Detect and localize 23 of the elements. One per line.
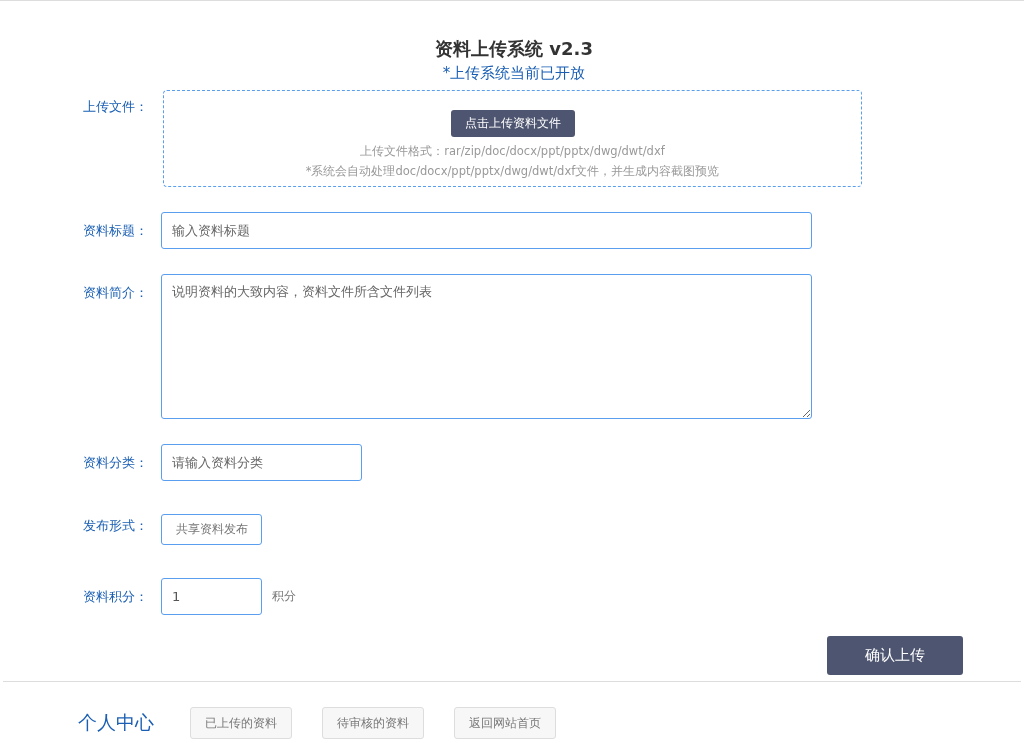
nav-button[interactable]: 返回网站首页 [454,707,556,739]
nav-button[interactable]: 待审核的资料 [322,707,424,739]
field-label: 资料积分： [83,588,149,606]
text-field[interactable]: 输入资料标题 [161,212,812,249]
field-label: 资料分类： [83,454,149,472]
nav-button[interactable]: 已上传的资料 [190,707,292,739]
upload-dropzone[interactable]: 点击上传资料文件 上传文件格式：rar/zip/doc/docx/ppt/pptx/dwg/dwt/dxf *系统会自动处理doc/docx/ppt/pptx/dwg/dwt/dxf文件，并生成内容截图预览 [163,90,862,187]
text-field[interactable]: 请输入资料分类 [161,444,362,481]
section-title: 个人中心 [78,710,154,735]
status-notice: *上传系统当前已开放 [442,63,586,84]
field-label: 上传文件： [83,98,149,116]
processing-hint: *系统会自动处理doc/docx/ppt/pptx/dwg/dwt/dxf文件，并生成内容截图预览 [305,163,720,180]
field-label: 资料标题： [83,222,149,240]
description-field[interactable]: 说明资料的大致内容，资料文件所含文件列表 [161,274,812,419]
unit-label: 积分 [272,588,296,605]
option-button[interactable]: 共享资料发布 [161,514,262,545]
text-field[interactable]: 1 [161,578,262,615]
upload-button[interactable]: 点击上传资料文件 [450,110,575,137]
field-label: 资料简介： [83,284,149,302]
format-hint: 上传文件格式：rar/zip/doc/docx/ppt/pptx/dwg/dwt/dxf [360,143,665,160]
submit-button[interactable]: 确认上传 [827,636,963,675]
field-label: 发布形式： [83,517,149,535]
page-title: 资料上传系统 v2.3 [435,37,593,61]
